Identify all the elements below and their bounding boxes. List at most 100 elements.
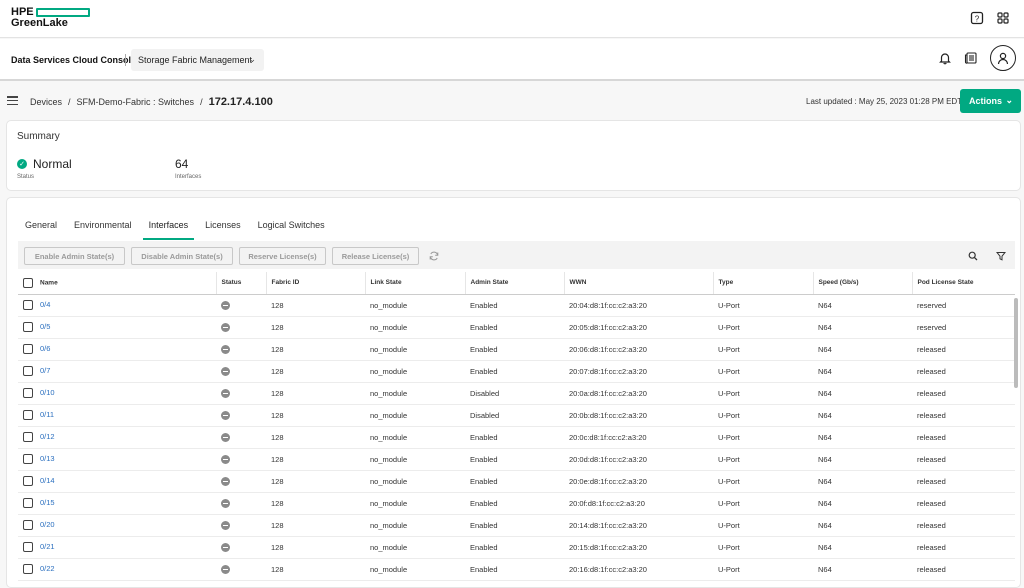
select-all-checkbox[interactable]: [23, 277, 33, 288]
interface-link[interactable]: 0/22: [40, 564, 55, 573]
search-icon[interactable]: [968, 251, 978, 261]
table-row[interactable]: 0/13 128 no_module Enabled 20:0d:d8:1f:cc:c2…: [18, 448, 1015, 471]
user-icon[interactable]: [990, 45, 1016, 71]
table-row[interactable]: 0/6 128 no_module Enabled 20:06:d8:1f:cc:c2:…: [18, 338, 1015, 361]
interface-link[interactable]: 0/13: [40, 454, 55, 463]
type-cell: U-Port: [713, 448, 813, 471]
interface-link[interactable]: 0/21: [40, 542, 55, 551]
tab-environmental[interactable]: Environmental: [68, 216, 138, 240]
interface-link[interactable]: 0/12: [40, 432, 55, 441]
status-minus-icon: [221, 388, 230, 398]
breadcrumb-devices[interactable]: Devices: [30, 97, 62, 107]
table-scrollbar[interactable]: [1014, 298, 1018, 388]
interfaces-caption: Interfaces: [175, 174, 202, 180]
tab-licenses[interactable]: Licenses: [199, 216, 247, 240]
last-updated: Last updated : May 25, 2023 01:28 PM EDT: [806, 97, 963, 106]
bell-icon[interactable]: [938, 51, 952, 65]
console-title[interactable]: Data Services Cloud Console: [11, 55, 136, 65]
row-checkbox[interactable]: [23, 520, 33, 530]
column-header-type[interactable]: Type: [713, 272, 814, 295]
row-checkbox[interactable]: [23, 322, 33, 332]
breadcrumb-fabric[interactable]: SFM-Demo-Fabric : Switches: [77, 97, 195, 107]
admin-state-cell: Enabled: [465, 470, 564, 493]
column-header-wwn[interactable]: WWN: [564, 272, 714, 295]
tab-logical-switches[interactable]: Logical Switches: [252, 216, 331, 240]
news-icon[interactable]: [964, 51, 978, 65]
row-checkbox[interactable]: [23, 388, 33, 398]
tab-general[interactable]: General: [19, 216, 63, 240]
table-row[interactable]: 0/4 128 no_module Enabled 20:04:d8:1f:cc:c2:…: [18, 294, 1015, 317]
row-checkbox[interactable]: [23, 432, 33, 442]
row-checkbox[interactable]: [23, 542, 33, 552]
row-checkbox[interactable]: [23, 454, 33, 464]
name-cell: 0/13: [18, 448, 216, 471]
row-checkbox[interactable]: [23, 564, 33, 574]
row-checkbox[interactable]: [23, 476, 33, 486]
apps-grid-icon[interactable]: [996, 11, 1010, 25]
service-dropdown[interactable]: Storage Fabric Management ⌄: [131, 49, 264, 71]
column-header-speed[interactable]: Speed (Gb/s): [813, 272, 913, 295]
name-cell: 0/11: [18, 404, 216, 427]
link-state-cell: no_module: [365, 470, 465, 493]
row-checkbox[interactable]: [23, 300, 33, 310]
column-header-name[interactable]: Name: [18, 272, 217, 295]
row-checkbox[interactable]: [23, 366, 33, 376]
row-checkbox[interactable]: [23, 410, 33, 420]
row-checkbox[interactable]: [23, 498, 33, 508]
table-row[interactable]: 0/7 128 no_module Enabled 20:07:d8:1f:cc:c2:…: [18, 360, 1015, 383]
column-header-admin-state[interactable]: Admin State: [465, 272, 565, 295]
table-row[interactable]: 0/14 128 no_module Enabled 20:0e:d8:1f:cc:c2…: [18, 470, 1015, 493]
table-row[interactable]: 0/11 128 no_module Disabled 20:0b:d8:1f:cc:c…: [18, 404, 1015, 427]
interface-link[interactable]: 0/7: [40, 366, 50, 375]
column-header-link-state[interactable]: Link State: [365, 272, 466, 295]
tab-interfaces[interactable]: Interfaces: [142, 216, 195, 240]
interface-link[interactable]: 0/14: [40, 476, 55, 485]
speed-cell: N64: [813, 426, 912, 449]
interface-link[interactable]: 0/11: [40, 410, 54, 419]
table-row[interactable]: 0/21 128 no_module Enabled 20:15:d8:1f:cc:c2…: [18, 536, 1015, 559]
row-checkbox[interactable]: [23, 344, 33, 354]
table-row[interactable]: 0/15 128 no_module Enabled 20:0f:d8:1f:cc:c2…: [18, 492, 1015, 515]
release-license-button[interactable]: Release License(s): [332, 247, 419, 265]
fabric-id-cell: 128: [266, 360, 365, 383]
column-header-fabric-id[interactable]: Fabric ID: [266, 272, 366, 295]
interface-link[interactable]: 0/10: [40, 388, 55, 397]
status-cell: [216, 448, 266, 471]
status-minus-icon: [221, 410, 230, 420]
menu-icon[interactable]: [7, 96, 18, 105]
breadcrumb: Devices / SFM-Demo-Fabric : Switches / 1…: [30, 96, 273, 108]
name-cell: 0/14: [18, 470, 216, 493]
refresh-icon[interactable]: [429, 251, 439, 261]
table-row[interactable]: 0/12 128 no_module Enabled 20:0c:d8:1f:cc:c2…: [18, 426, 1015, 449]
fabric-id-cell: 128: [266, 558, 365, 581]
type-cell: U-Port: [713, 426, 813, 449]
link-state-cell: no_module: [365, 492, 465, 515]
hpe-greenlake-logo[interactable]: HPE GreenLake: [11, 7, 90, 29]
link-state-cell: no_module: [365, 382, 465, 405]
top-bar: HPE GreenLake ?: [0, 0, 1024, 38]
reserve-license-button[interactable]: Reserve License(s): [239, 247, 326, 265]
table-row[interactable]: 0/20 128 no_module Enabled 20:14:d8:1f:cc:c2…: [18, 514, 1015, 537]
actions-button[interactable]: Actions ⌄: [960, 89, 1021, 113]
admin-state-cell: Enabled: [465, 338, 564, 361]
actions-label: Actions: [969, 96, 1003, 106]
interface-link[interactable]: 0/6: [40, 344, 50, 353]
interface-link[interactable]: 0/4: [40, 300, 50, 309]
admin-state-cell: Enabled: [465, 294, 564, 317]
table-row[interactable]: 0/10 128 no_module Disabled 20:0a:d8:1f:cc:c…: [18, 382, 1015, 405]
status-minus-icon: [221, 300, 230, 310]
table-row[interactable]: 0/5 128 no_module Enabled 20:05:d8:1f:cc:c2:…: [18, 316, 1015, 339]
help-icon[interactable]: ?: [970, 11, 984, 25]
column-header-status[interactable]: Status: [216, 272, 267, 295]
interface-link[interactable]: 0/5: [40, 322, 50, 331]
interface-link[interactable]: 0/20: [40, 520, 55, 529]
admin-state-cell: Disabled: [465, 404, 564, 427]
column-header-pod-license-state[interactable]: Pod License State: [912, 272, 1015, 295]
enable-admin-state-button[interactable]: Enable Admin State(s): [24, 247, 125, 265]
disable-admin-state-button[interactable]: Disable Admin State(s): [131, 247, 233, 265]
interface-link[interactable]: 0/15: [40, 498, 55, 507]
status-cell: [216, 514, 266, 537]
table-row[interactable]: 0/22 128 no_module Enabled 20:16:d8:1f:cc:c2…: [18, 558, 1015, 581]
logo-rectangle: [36, 8, 90, 17]
filter-icon[interactable]: [996, 251, 1006, 261]
